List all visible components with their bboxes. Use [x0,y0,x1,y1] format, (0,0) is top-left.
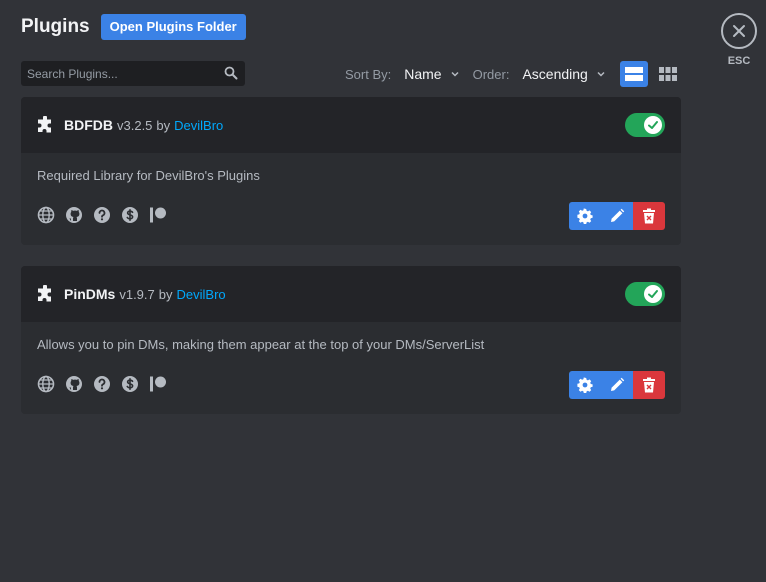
plugin-links [37,375,177,393]
patreon-icon[interactable] [149,206,167,224]
trash-icon [643,377,655,393]
plugin-version: v3.2.5 [117,117,153,133]
plugin-author-link[interactable]: DevilBro [174,118,223,133]
plugin-card-header: BDFDB v3.2.5 by DevilBro [21,97,681,153]
chevron-down-icon[interactable] [450,69,460,79]
globe-icon[interactable] [37,375,55,393]
puzzle-icon [38,116,51,133]
github-icon[interactable] [65,375,83,393]
pencil-icon [611,377,625,391]
plugin-edit-button[interactable] [601,202,633,230]
patreon-icon[interactable] [149,375,167,393]
donate-icon[interactable] [121,206,139,224]
plugin-actions [569,371,665,399]
chevron-down-icon[interactable] [596,69,606,79]
grid-view-button[interactable] [655,61,681,87]
toggle-knob [644,285,662,303]
plugin-name: PinDMs [64,286,116,302]
plugin-actions [569,202,665,230]
plugin-description: Required Library for DevilBro's Plugins [37,168,260,183]
list-view-button[interactable] [620,61,648,87]
plugin-enable-toggle[interactable] [625,282,665,306]
check-icon [648,121,658,129]
plugin-author-link[interactable]: DevilBro [177,287,226,302]
page-header: Plugins Open Plugins Folder [21,14,246,40]
plugin-by: by [158,286,173,302]
toggle-knob [644,116,662,134]
sort-controls: Sort By: Name Order: Ascending [345,62,606,86]
github-icon[interactable] [65,206,83,224]
help-icon[interactable] [93,206,111,224]
sort-by-label: Sort By: [345,66,392,82]
order-select[interactable]: Ascending [522,66,587,82]
plugin-settings-button[interactable] [569,371,601,399]
plugin-card-header: PinDMs v1.9.7 by DevilBro [21,266,681,322]
open-plugins-folder-button[interactable]: Open Plugins Folder [100,14,246,40]
search-input[interactable] [21,66,217,81]
plugin-settings-button[interactable] [569,202,601,230]
search-icon[interactable] [224,66,238,80]
trash-icon [643,208,655,224]
plugin-name: BDFDB [64,117,113,133]
close-icon [733,25,745,37]
order-label: Order: [472,66,510,82]
puzzle-icon [38,285,51,302]
plugin-version: v1.9.7 [119,286,155,302]
plugin-links [37,206,177,224]
plugin-delete-button[interactable] [633,371,665,399]
help-icon[interactable] [93,375,111,393]
list-view-icon [625,67,643,81]
plugin-enable-toggle[interactable] [625,113,665,137]
donate-icon[interactable] [121,375,139,393]
sort-by-select[interactable]: Name [404,66,441,82]
globe-icon[interactable] [37,206,55,224]
gear-icon [577,208,593,224]
esc-label: ESC [727,55,751,67]
grid-view-icon [659,67,677,81]
search-box [21,61,245,86]
plugin-card: PinDMs v1.9.7 by DevilBro Allows you to … [21,266,681,414]
close-control: ESC [721,13,757,67]
plugin-card: BDFDB v3.2.5 by DevilBro Required Librar… [21,97,681,245]
close-button[interactable] [721,13,757,49]
page-title: Plugins [21,16,90,37]
pencil-icon [611,208,625,222]
check-icon [648,290,658,298]
gear-icon [577,377,593,393]
plugin-delete-button[interactable] [633,202,665,230]
plugin-description: Allows you to pin DMs, making them appea… [37,337,485,352]
plugin-edit-button[interactable] [601,371,633,399]
plugin-by: by [156,117,171,133]
